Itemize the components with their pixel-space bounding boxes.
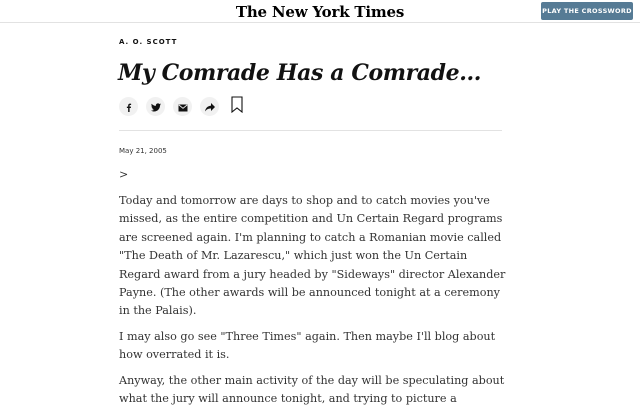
top-bar: The New York Times PLAY THE CROSSWORD — [0, 0, 640, 23]
share-email-button[interactable] — [173, 97, 192, 116]
share-twitter-button[interactable] — [146, 97, 165, 116]
bookmark-icon — [230, 96, 243, 117]
share-toolbar — [119, 96, 246, 117]
headline: My Comrade Has a Comrade... — [118, 60, 482, 86]
paragraph: I may also go see "Three Times" again. T… — [119, 329, 496, 362]
play-crossword-button[interactable]: PLAY THE CROSSWORD — [541, 2, 633, 20]
divider — [119, 130, 502, 131]
email-icon — [178, 97, 188, 116]
facebook-icon — [124, 97, 133, 116]
share-arrow-icon — [204, 97, 215, 116]
publish-date: May 21, 2005 — [119, 147, 167, 155]
paragraph: Today and tomorrow are days to shop and … — [119, 194, 506, 318]
share-facebook-button[interactable] — [119, 97, 138, 116]
byline[interactable]: A. O. SCOTT — [119, 38, 177, 46]
paragraph: Anyway, the other main activity of the d… — [119, 373, 505, 406]
save-article-button[interactable] — [227, 96, 246, 117]
article-body: Today and tomorrow are days to shop and … — [119, 192, 509, 415]
share-more-button[interactable] — [200, 97, 219, 116]
twitter-icon — [150, 97, 161, 116]
content-marker: > — [119, 168, 129, 181]
